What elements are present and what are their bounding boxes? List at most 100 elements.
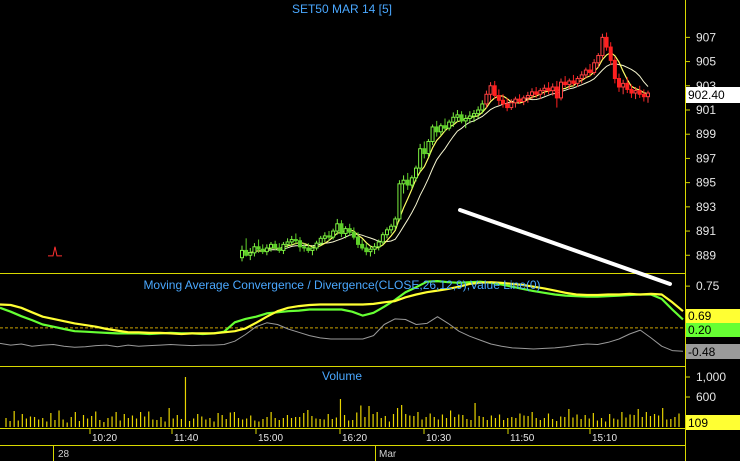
price-tick-label: 889 — [696, 248, 716, 262]
candle-body — [277, 247, 282, 251]
candle-body — [521, 97, 526, 103]
last-price-tag: 902.40 — [688, 88, 725, 102]
candle-body — [322, 235, 327, 239]
candle-body — [252, 246, 257, 254]
candle-body — [505, 103, 510, 109]
candle-body — [293, 239, 298, 242]
candle-body — [409, 177, 414, 186]
candle-body — [554, 86, 559, 99]
candle-body — [525, 94, 530, 99]
candle-body — [376, 241, 381, 248]
candle-body — [621, 82, 626, 88]
time-axis-label: 10:30 — [426, 433, 451, 444]
candle-body — [343, 228, 348, 234]
candle-body — [637, 90, 642, 95]
candle-body — [571, 80, 576, 84]
candle-body — [530, 91, 534, 96]
candle-body — [538, 90, 543, 95]
candle-body — [434, 126, 439, 133]
candle-body — [285, 241, 290, 245]
price-tick-label: 901 — [696, 103, 716, 117]
candle-body — [405, 179, 410, 186]
candle-body — [335, 223, 340, 232]
candle-body — [380, 234, 385, 243]
candle-body — [331, 230, 336, 238]
candle-body — [509, 102, 514, 109]
price-tick-label: 891 — [696, 224, 716, 238]
candle-body — [306, 247, 311, 251]
date-label-day: 28 — [58, 449, 70, 460]
candle-body — [646, 92, 650, 98]
price-tick-label: 893 — [696, 200, 716, 214]
candle-body — [401, 179, 406, 185]
candle-body — [356, 236, 360, 245]
candle-body — [596, 55, 601, 64]
candle-body — [385, 229, 389, 236]
candle-body — [364, 247, 369, 253]
candle-body — [351, 231, 356, 238]
candle-body — [612, 59, 617, 80]
candle-body — [414, 167, 418, 179]
date-label-month: Mar — [379, 449, 397, 460]
candle-body — [579, 74, 584, 80]
candle-body — [513, 98, 518, 104]
candle-body — [575, 78, 580, 84]
candle-body — [488, 85, 493, 95]
candle-body — [463, 117, 468, 122]
time-axis-label: 16:20 — [342, 433, 367, 444]
macd-value-tag-2: 0.20 — [688, 323, 712, 337]
macd-tick-label: 0.75 — [696, 279, 720, 293]
candle-body — [310, 247, 315, 251]
price-tick-label: 905 — [696, 55, 716, 69]
candle-body — [451, 116, 456, 123]
candle-body — [588, 69, 592, 73]
volume-tick-label: 1,000 — [696, 370, 726, 384]
candle-body — [281, 243, 286, 251]
candle-body — [447, 121, 452, 129]
candle-body — [389, 225, 394, 231]
time-axis-label: 10:20 — [92, 433, 117, 444]
candle-body — [467, 115, 472, 119]
candle-body — [422, 148, 427, 155]
time-axis-label: 15:00 — [258, 433, 283, 444]
candle-body — [472, 113, 476, 117]
candle-body — [633, 90, 638, 94]
candle-body — [347, 228, 352, 233]
price-chart-title: SET50 MAR 14 [5] — [292, 2, 392, 16]
candle-body — [418, 148, 423, 169]
candle-body — [256, 246, 261, 250]
candle-body — [372, 246, 377, 250]
candle-body — [240, 249, 244, 259]
candle-body — [327, 235, 331, 238]
candle-body — [459, 114, 464, 122]
candle-body — [244, 249, 249, 256]
candle-body — [302, 246, 307, 249]
candle-body — [426, 140, 431, 155]
candle-body — [430, 126, 435, 142]
candle-body — [480, 103, 485, 111]
time-axis-label: 11:40 — [174, 433, 199, 444]
candle-body — [298, 240, 302, 248]
price-tick-label: 907 — [696, 30, 716, 44]
candle-body — [604, 36, 609, 48]
candle-body — [393, 218, 398, 227]
price-tick-label: 895 — [696, 176, 716, 190]
candle-body — [484, 93, 489, 105]
candle-body — [546, 87, 551, 92]
candle-body — [496, 94, 501, 101]
candle-body — [492, 85, 497, 96]
chart-stage: 10:20 11:40 15:00 16:20 10:30 11:50 15:10 889 8… — [0, 0, 740, 461]
candle-body — [455, 114, 460, 118]
candle-body — [517, 98, 522, 103]
candle-body — [583, 69, 588, 76]
candle-body — [360, 243, 365, 249]
time-axis-label: 15:10 — [592, 433, 617, 444]
price-tick-label: 897 — [696, 151, 716, 165]
macd-value-tag-3: -0.48 — [688, 345, 716, 359]
candle-body — [542, 87, 547, 92]
price-tick-label: 899 — [696, 127, 716, 141]
candle-body — [534, 91, 539, 95]
candle-body — [273, 243, 278, 249]
candle-body — [567, 80, 572, 86]
candle-body — [443, 125, 447, 129]
